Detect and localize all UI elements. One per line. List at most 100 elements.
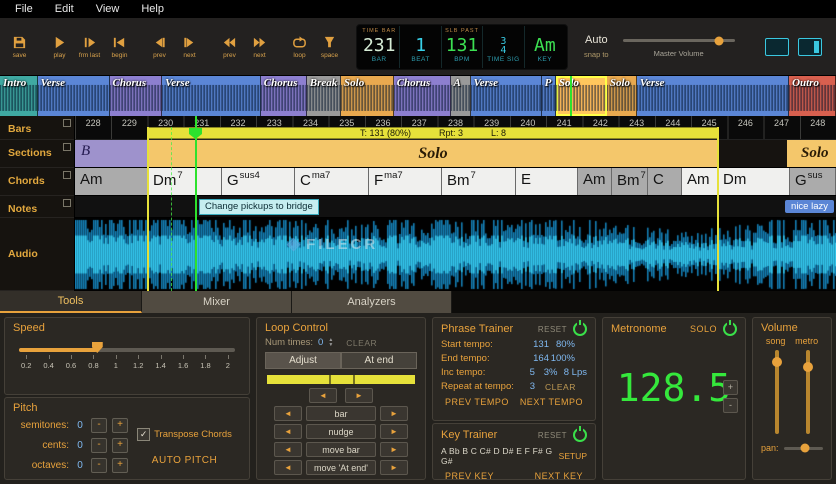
- chord-cell-gsus[interactable]: Gsus: [790, 168, 836, 195]
- playhead[interactable]: [195, 116, 197, 291]
- cents-minus-button[interactable]: -: [91, 438, 107, 453]
- num-times-clear-button[interactable]: CLEAR: [346, 338, 377, 348]
- side-panel-toggle[interactable]: [798, 37, 822, 56]
- nudge-button[interactable]: nudge: [306, 424, 376, 439]
- chords-row-header[interactable]: Chords: [0, 168, 74, 196]
- chord-cell-am[interactable]: Am: [578, 168, 612, 195]
- bar-adjust-button[interactable]: bar: [306, 406, 376, 421]
- next-tempo-button[interactable]: NEXT TEMPO: [520, 397, 583, 407]
- next-section-button[interactable]: next: [246, 35, 273, 59]
- snap-to-control[interactable]: Auto snap to: [584, 34, 609, 59]
- metronome-minus-button[interactable]: -: [723, 398, 738, 413]
- note-chip-change-pickups[interactable]: Change pickups to bridge: [199, 199, 319, 215]
- overview-section-outro[interactable]: Outro: [789, 76, 836, 116]
- metronome-power-button[interactable]: [723, 322, 737, 336]
- overview-section-break[interactable]: Break: [306, 76, 342, 116]
- chord-cell-dm7[interactable]: Dm7: [148, 168, 222, 195]
- song-volume-slider[interactable]: [771, 350, 782, 434]
- play-button[interactable]: play: [46, 35, 73, 59]
- overview-section-chorus[interactable]: Chorus: [260, 76, 307, 116]
- chord-cell-fma7[interactable]: Fma7: [369, 168, 442, 195]
- sections-row-header[interactable]: Sections: [0, 140, 74, 168]
- loop-range-bar[interactable]: T: 131 (80%) Rpt: 3 L: 8: [148, 127, 718, 139]
- notes-row-header[interactable]: Notes: [0, 196, 74, 218]
- bottom-panel-toggle[interactable]: [765, 37, 789, 356]
- overview-section-a[interactable]: A: [450, 76, 471, 116]
- key-trainer-setup-button[interactable]: SETUP: [559, 451, 587, 461]
- chord-cell-dm[interactable]: Dm: [718, 168, 790, 195]
- notes-row-toggle[interactable]: [63, 199, 71, 207]
- move-bar-left-button[interactable]: ◄: [274, 442, 302, 457]
- overview-section-verse[interactable]: Verse: [37, 76, 110, 116]
- repeat-tempo-clear-button[interactable]: CLEAR: [545, 382, 576, 392]
- save-button[interactable]: save: [6, 35, 33, 59]
- overview-section-verse[interactable]: Verse: [162, 76, 261, 116]
- overview-section-chorus[interactable]: Chorus: [393, 76, 451, 116]
- menu-edit[interactable]: Edit: [44, 0, 85, 18]
- loop-fine-left-button[interactable]: ◄: [309, 388, 337, 403]
- overview-section-p[interactable]: P: [541, 76, 556, 116]
- loop-button[interactable]: loop: [286, 35, 313, 59]
- key-list[interactable]: A Bb B C C# D D# E F F# G G#: [441, 446, 559, 466]
- semitones-minus-button[interactable]: -: [91, 418, 107, 433]
- snap-to-value[interactable]: Auto: [585, 34, 608, 46]
- bar-right-button[interactable]: ►: [380, 406, 408, 421]
- chords-row-toggle[interactable]: [63, 171, 71, 179]
- loop-fine-right-button[interactable]: ►: [345, 388, 373, 403]
- end-tempo-value[interactable]: 164: [523, 353, 549, 364]
- menu-file[interactable]: File: [4, 0, 44, 18]
- semitones-plus-button[interactable]: +: [112, 418, 128, 433]
- speed-slider[interactable]: [19, 342, 235, 353]
- pan-slider[interactable]: [783, 443, 823, 453]
- inc-tempo-value[interactable]: 5: [512, 367, 535, 378]
- tab-analyzers[interactable]: Analyzers: [292, 291, 452, 313]
- octaves-minus-button[interactable]: -: [91, 458, 107, 473]
- prev-bar-button[interactable]: prev: [146, 35, 173, 59]
- audio-row-header[interactable]: Audio: [0, 218, 74, 291]
- pan-knob[interactable]: [800, 443, 810, 453]
- inc-tempo-loops[interactable]: 8 Lps: [557, 367, 587, 378]
- key-trainer-power-button[interactable]: [573, 428, 587, 442]
- song-volume-knob[interactable]: [771, 356, 782, 367]
- loop-end-line[interactable]: [717, 127, 719, 291]
- space-marker-button[interactable]: space: [316, 35, 343, 59]
- move-at-end-right-button[interactable]: ►: [380, 460, 408, 475]
- audio-waveform-row[interactable]: ◈ FILECR: [75, 218, 836, 291]
- waveform-canvas[interactable]: [75, 218, 836, 291]
- section-block-solo-right[interactable]: Solo: [787, 140, 836, 167]
- menu-view[interactable]: View: [85, 0, 131, 18]
- section-block-solo[interactable]: Solo: [148, 140, 718, 167]
- nudge-left-button[interactable]: ◄: [274, 424, 302, 439]
- phrase-trainer-power-button[interactable]: [573, 322, 587, 336]
- sections-row-toggle[interactable]: [63, 143, 71, 151]
- prev-section-button[interactable]: prev: [216, 35, 243, 59]
- repeat-at-tempo-value[interactable]: 3: [523, 381, 535, 392]
- chord-cell-gsus4[interactable]: Gsus4: [222, 168, 295, 195]
- start-tempo-percent[interactable]: 80%: [549, 339, 575, 350]
- overview-section-intro[interactable]: Intro: [0, 76, 38, 116]
- end-tempo-percent[interactable]: 100%: [549, 353, 575, 364]
- chord-cell-bm7[interactable]: Bm7: [612, 168, 648, 195]
- chord-cell-am[interactable]: Am: [682, 168, 718, 195]
- menu-help[interactable]: Help: [130, 0, 175, 18]
- adjust-button[interactable]: Adjust: [265, 352, 341, 369]
- section-block-b[interactable]: B: [75, 140, 148, 167]
- overview-section-solo[interactable]: Solo: [606, 76, 637, 116]
- play-from-last-button[interactable]: frm last: [76, 35, 103, 59]
- next-key-button[interactable]: NEXT KEY: [535, 471, 583, 481]
- metronome-solo-button[interactable]: SOLO: [690, 324, 717, 334]
- bars-row-toggle[interactable]: [63, 119, 71, 127]
- note-chip-nice-lazy[interactable]: nice lazy: [785, 200, 834, 213]
- overview-section-verse[interactable]: Verse: [636, 76, 790, 116]
- phrase-trainer-reset-button[interactable]: RESET: [538, 325, 567, 334]
- chord-cell-c[interactable]: C: [648, 168, 682, 195]
- chord-cell-am[interactable]: Am: [75, 168, 148, 195]
- cents-plus-button[interactable]: +: [112, 438, 128, 453]
- chord-cell-e[interactable]: E: [516, 168, 578, 195]
- next-bar-button[interactable]: next: [176, 35, 203, 59]
- nudge-right-button[interactable]: ►: [380, 424, 408, 439]
- loop-start-line[interactable]: [147, 127, 149, 291]
- tab-tools[interactable]: Tools: [0, 291, 142, 313]
- metro-volume-knob[interactable]: [802, 361, 813, 372]
- bar-left-button[interactable]: ◄: [274, 406, 302, 421]
